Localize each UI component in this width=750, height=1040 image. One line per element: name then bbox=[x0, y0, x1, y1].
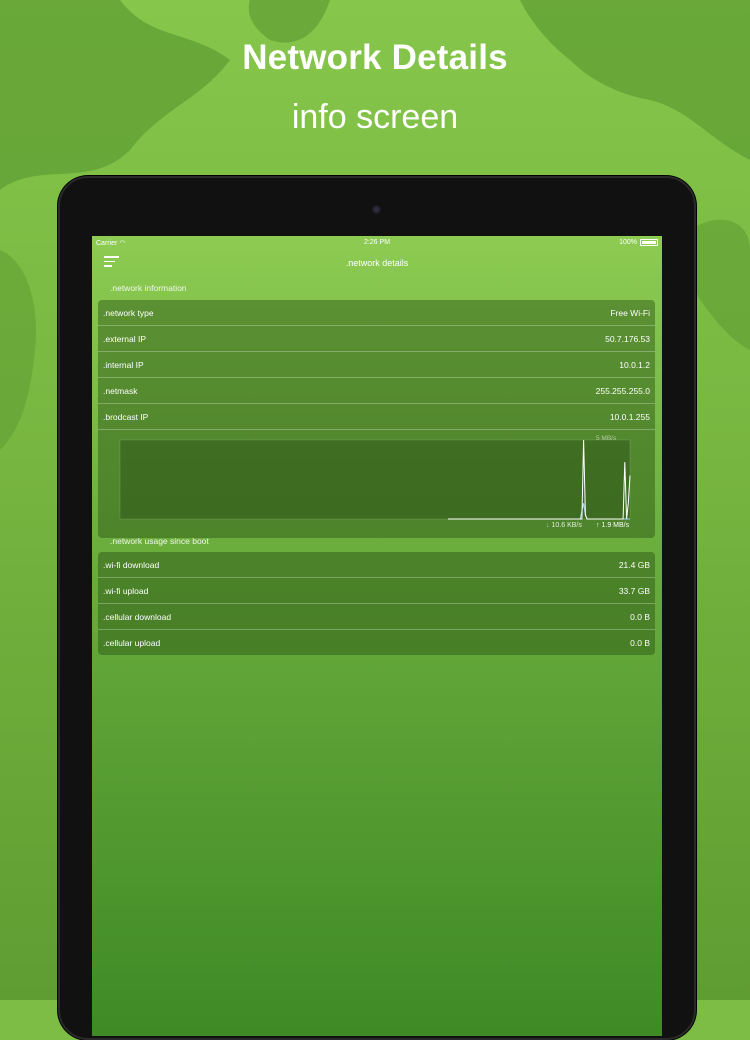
upload-speed-legend: ↑ 1.9 MB/s bbox=[596, 522, 629, 529]
navigation-bar: .network details bbox=[92, 250, 662, 274]
network-usage-card: .wi-fi download 21.4 GB .wi-fi upload 33… bbox=[98, 552, 655, 655]
row-value: 255.255.255.0 bbox=[595, 386, 650, 396]
row-value: 21.4 GB bbox=[618, 560, 650, 570]
tablet-frame: Carrier ◠ 2:26 PM 100% .network details … bbox=[58, 176, 696, 1040]
row-label: .network type bbox=[103, 308, 154, 318]
row-value: 10.0.1.2 bbox=[619, 360, 650, 370]
row-value: 33.7 GB bbox=[618, 586, 650, 596]
row-label: .cellular upload bbox=[103, 638, 161, 648]
promo-headline: Network Details bbox=[242, 38, 508, 77]
external-ip-row[interactable]: .external IP 50.7.176.53 bbox=[98, 326, 655, 352]
netmask-row[interactable]: .netmask 255.255.255.0 bbox=[98, 378, 655, 404]
wifi-download-row[interactable]: .wi-fi download 21.4 GB bbox=[98, 552, 655, 578]
download-arrow-icon: ↓ bbox=[546, 522, 550, 529]
battery-indicator: 100% bbox=[619, 239, 658, 246]
battery-icon bbox=[640, 239, 658, 246]
row-value: 10.0.1.255 bbox=[609, 412, 650, 422]
promo-subline: info screen bbox=[291, 98, 459, 136]
row-label: .external IP bbox=[103, 334, 146, 344]
row-label: .wi-fi download bbox=[103, 560, 160, 570]
nav-title: .network details bbox=[345, 258, 409, 268]
network-speed-chart: 5 MB/s ↓ 10.6 KB/s ↑ 1.9 MB/s bbox=[98, 430, 655, 538]
wifi-upload-row[interactable]: .wi-fi upload 33.7 GB bbox=[98, 578, 655, 604]
row-value: Free Wi-Fi bbox=[610, 308, 650, 318]
cellular-download-row[interactable]: .cellular download 0.0 B bbox=[98, 604, 655, 630]
status-time: 2:26 PM bbox=[363, 239, 391, 246]
battery-percent: 100% bbox=[619, 239, 637, 246]
row-label: .brodcast IP bbox=[103, 412, 149, 422]
row-value: 0.0 B bbox=[630, 638, 650, 648]
download-speed-legend: ↓ 10.6 KB/s bbox=[546, 522, 582, 529]
status-bar: Carrier ◠ 2:26 PM 100% bbox=[92, 236, 662, 250]
network-information-header: .network information bbox=[110, 283, 187, 293]
row-value: 0.0 B bbox=[630, 612, 650, 622]
internal-ip-row[interactable]: .internal IP 10.0.1.2 bbox=[98, 352, 655, 378]
row-label: .netmask bbox=[103, 386, 138, 396]
row-value: 50.7.176.53 bbox=[605, 334, 650, 344]
network-type-row[interactable]: .network type Free Wi-Fi bbox=[98, 300, 655, 326]
network-usage-header: .network usage since boot bbox=[110, 536, 209, 546]
row-label: .internal IP bbox=[103, 360, 144, 370]
row-label: .cellular download bbox=[103, 612, 172, 622]
app-screen: Carrier ◠ 2:26 PM 100% .network details … bbox=[92, 236, 662, 1036]
upload-arrow-icon: ↑ bbox=[596, 522, 600, 529]
chart-scale-label: 5 MB/s bbox=[596, 435, 617, 442]
broadcast-ip-row[interactable]: .brodcast IP 10.0.1.255 bbox=[98, 404, 655, 430]
front-camera-icon bbox=[372, 205, 381, 214]
download-speed-value: 10.6 KB/s bbox=[551, 522, 582, 529]
upload-speed-value: 1.9 MB/s bbox=[601, 522, 630, 529]
row-label: .wi-fi upload bbox=[103, 586, 149, 596]
network-information-card: .network type Free Wi-Fi .external IP 50… bbox=[98, 300, 655, 538]
cellular-upload-row[interactable]: .cellular upload 0.0 B bbox=[98, 630, 655, 655]
